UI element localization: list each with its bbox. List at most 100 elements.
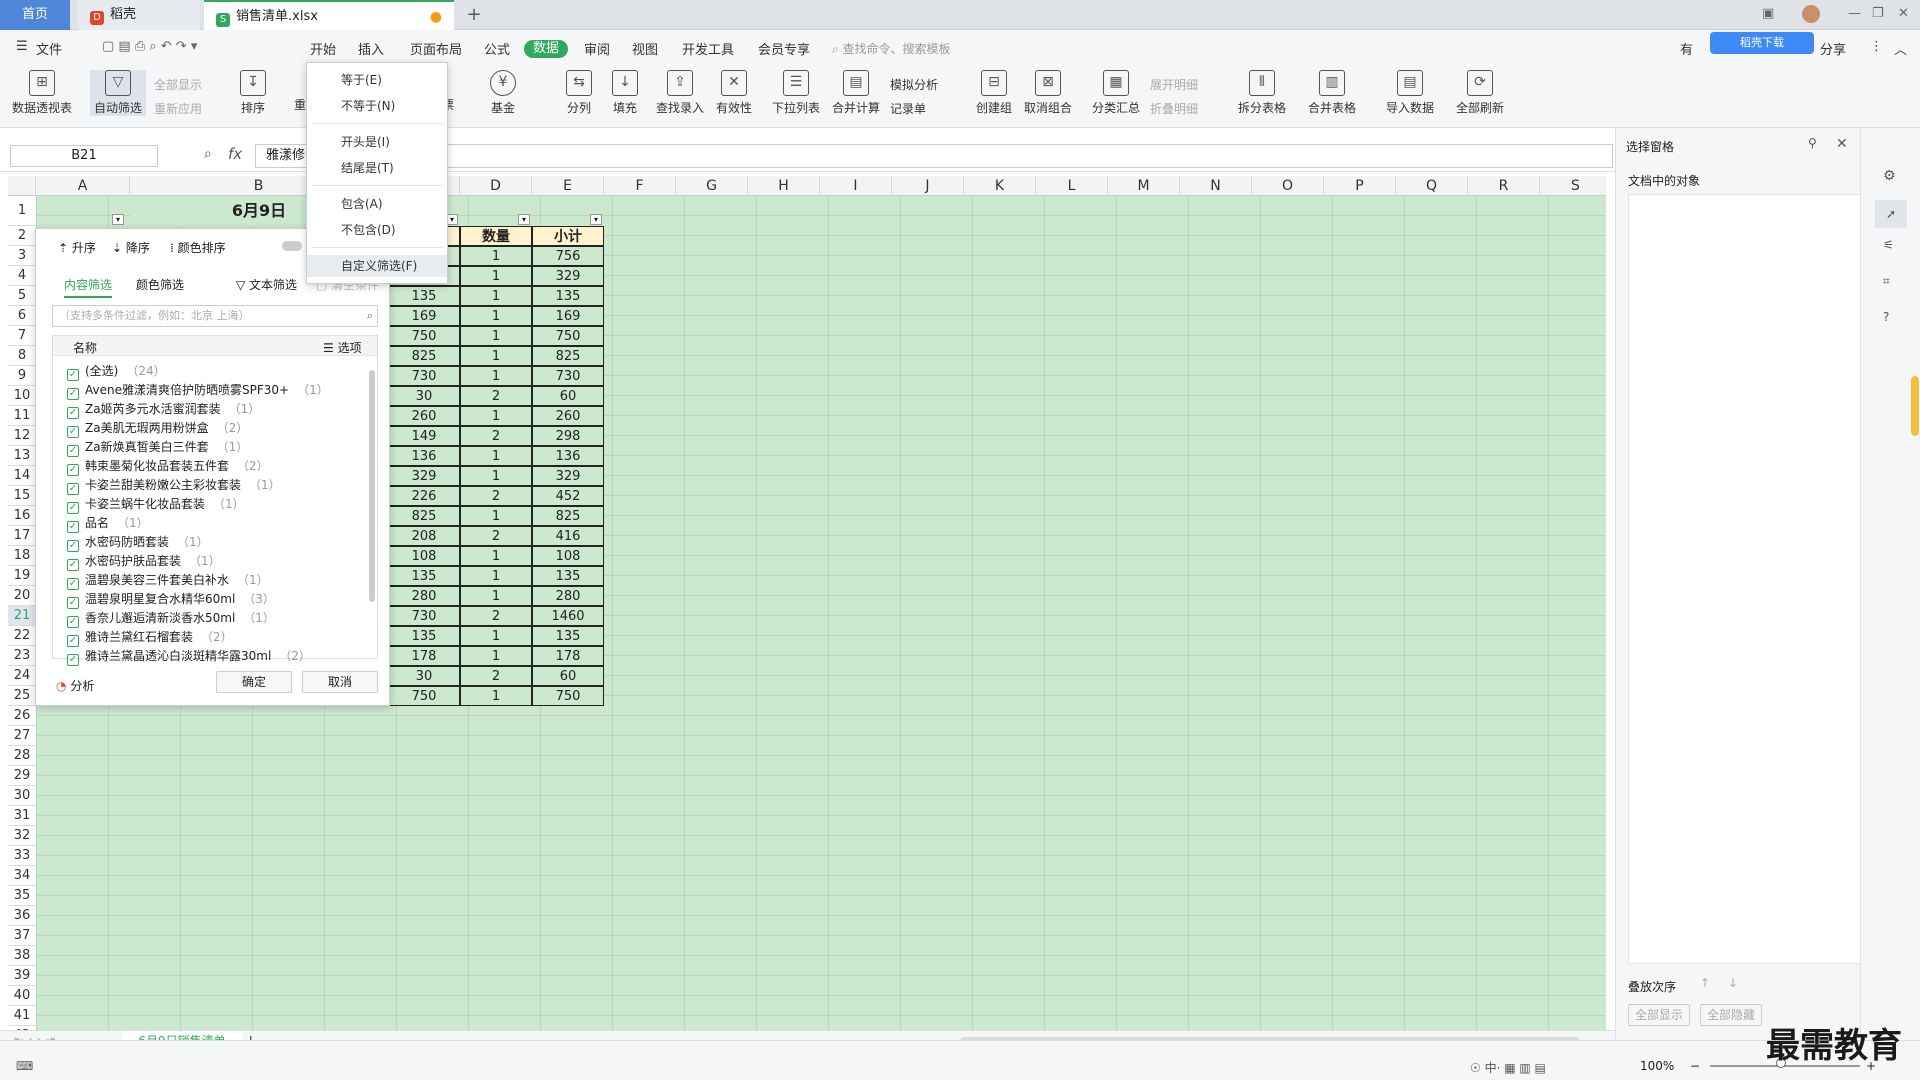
filter-list-item[interactable]: ✓ 水密码护肤品套装 （1） [67,552,221,571]
list-scrollbar[interactable] [369,370,375,602]
select-pointer-icon[interactable]: ➚ [1875,200,1907,228]
show-all-button[interactable]: 全部显示 [154,76,202,93]
checkbox-checked-icon[interactable]: ✓ [67,426,79,438]
tab-daoke[interactable]: D 稻壳 [78,0,200,30]
table-cell[interactable]: 178 [388,646,460,666]
row-header[interactable]: 8 [8,346,36,366]
table-cell[interactable]: 750 [388,326,460,346]
row-header[interactable]: 25 [8,686,36,706]
options-button[interactable]: ☰ 选项 [323,339,362,356]
table-cell[interactable]: 260 [388,406,460,426]
lookup-entry-button[interactable]: ⇪ 查找录入 [656,70,704,116]
filter-list-item[interactable]: ✓ 水密码防晒套装 （1） [67,533,209,552]
table-cell[interactable]: 30 [388,666,460,686]
ok-button[interactable]: 确定 [216,671,292,693]
table-cell[interactable]: 329 [532,266,604,286]
show-all-objects-button[interactable]: 全部显示 [1628,1004,1690,1026]
checkbox-checked-icon[interactable]: ✓ [67,388,79,400]
filter-list-item[interactable]: ✓ 香奈儿邂逅清新淡香水50ml （1） [67,609,275,628]
split-table-button[interactable]: ⫴ 拆分表格 [1238,70,1286,116]
row-header[interactable]: 11 [8,406,36,426]
row-header[interactable]: 38 [8,946,36,966]
checkbox-checked-icon[interactable]: ✓ [67,616,79,628]
toggle-switch[interactable] [282,241,302,251]
daoke-download-badge[interactable]: 稻壳下载 [1710,32,1814,54]
column-header[interactable]: N [1180,176,1252,196]
filter-dropdown-icon[interactable]: ▾ [590,214,602,225]
row-header[interactable]: 2 [8,226,36,246]
menu-start[interactable]: 开始 [310,39,336,58]
menu-formula[interactable]: 公式 [484,39,510,58]
menu-page-layout[interactable]: 页面布局 [410,39,462,58]
zoom-out-icon[interactable]: − [1690,1059,1700,1073]
table-cell[interactable]: 280 [532,586,604,606]
row-header[interactable]: 26 [8,706,36,726]
table-cell[interactable]: 135 [532,566,604,586]
fund-button[interactable]: ¥ 基金 [490,70,516,116]
refresh-all-button[interactable]: ⟳ 全部刷新 [1456,70,1504,116]
table-cell[interactable]: 1 [460,246,532,266]
row-header[interactable]: 10 [8,386,36,406]
table-cell[interactable]: 298 [532,426,604,446]
checkbox-checked-icon[interactable]: ✓ [67,407,79,419]
checkbox-checked-icon[interactable]: ✓ [67,559,79,571]
subtotal-button[interactable]: ▦ 分类汇总 [1092,70,1140,116]
pivot-table-button[interactable]: ⊞ 数据透视表 [12,70,72,116]
repeat-button[interactable]: 重 [294,96,306,113]
table-cell[interactable]: 1 [460,346,532,366]
color-sort-button[interactable]: ⁞ 颜色排序 [170,239,226,256]
filter-list-item[interactable]: ✓ 雅诗兰黛晶透沁白淡斑精华露30ml （2） [67,647,311,666]
record-form-button[interactable]: 记录单 [890,100,926,117]
menu-data[interactable]: 数据 [524,40,568,58]
row-header[interactable]: 33 [8,846,36,866]
menu-contains[interactable]: 包含(A) [341,195,383,212]
column-header[interactable]: A [36,176,130,196]
fx-icon[interactable]: fx [228,145,242,163]
checkbox-checked-icon[interactable]: ✓ [67,483,79,495]
row-header[interactable]: 21 [8,606,36,626]
collapse-detail-button[interactable]: 折叠明细 [1150,100,1198,117]
table-cell[interactable]: 730 [532,366,604,386]
column-header[interactable]: G [676,176,748,196]
filter-list-item[interactable]: ✓ 卡姿兰蜗牛化妆品套装 （1） [67,495,245,514]
import-data-button[interactable]: ▤ 导入数据 [1386,70,1434,116]
fill-button[interactable]: ↓ 填充 [612,70,638,116]
table-cell[interactable]: 329 [388,466,460,486]
table-cell[interactable]: 825 [388,506,460,526]
column-header[interactable]: I [820,176,892,196]
column-header[interactable]: H [748,176,820,196]
layout-icon[interactable]: ▣ [1762,6,1774,21]
avatar[interactable] [1802,5,1820,23]
auto-filter-button[interactable]: ▽ 自动筛选 [90,70,147,116]
column-header[interactable]: O [1252,176,1324,196]
menu-custom-filter[interactable]: 自定义筛选(F) [307,255,447,277]
row-header[interactable]: 31 [8,806,36,826]
table-cell[interactable]: 226 [388,486,460,506]
merge-calc-button[interactable]: ▤ 合并计算 [832,70,880,116]
row-header[interactable]: 12 [8,426,36,446]
row-header[interactable]: 19 [8,566,36,586]
column-header[interactable]: M [1108,176,1180,196]
table-cell[interactable]: 280 [388,586,460,606]
table-cell[interactable]: 149 [388,426,460,446]
filter-dropdown-icon[interactable]: ▾ [518,214,530,225]
table-cell[interactable]: 135 [532,286,604,306]
sort-desc-button[interactable]: ⇣ 降序 [112,239,150,256]
table-cell[interactable]: 30 [388,386,460,406]
table-cell[interactable]: 2 [460,526,532,546]
table-cell[interactable]: 2 [460,606,532,626]
row-header[interactable]: 17 [8,526,36,546]
filter-list-item[interactable]: ✓ 雅诗兰黛红石榴套装 （2） [67,628,233,647]
table-cell[interactable]: 60 [532,666,604,686]
menu-review[interactable]: 审阅 [584,39,610,58]
zoom-level[interactable]: 100% [1640,1059,1674,1073]
command-search[interactable]: ⌕ 查找命令、搜索模板 [832,40,951,57]
row-header[interactable]: 6 [8,306,36,326]
formula-input[interactable]: 雅漾修 [255,144,1613,168]
filter-list-item[interactable]: ✓ 品名 （1） [67,514,149,533]
table-cell[interactable]: 108 [388,546,460,566]
share-button[interactable]: 分享 [1820,39,1846,58]
table-cell[interactable]: 1 [460,686,532,706]
close-icon[interactable]: ✕ [1898,6,1909,21]
row-header[interactable]: 16 [8,506,36,526]
